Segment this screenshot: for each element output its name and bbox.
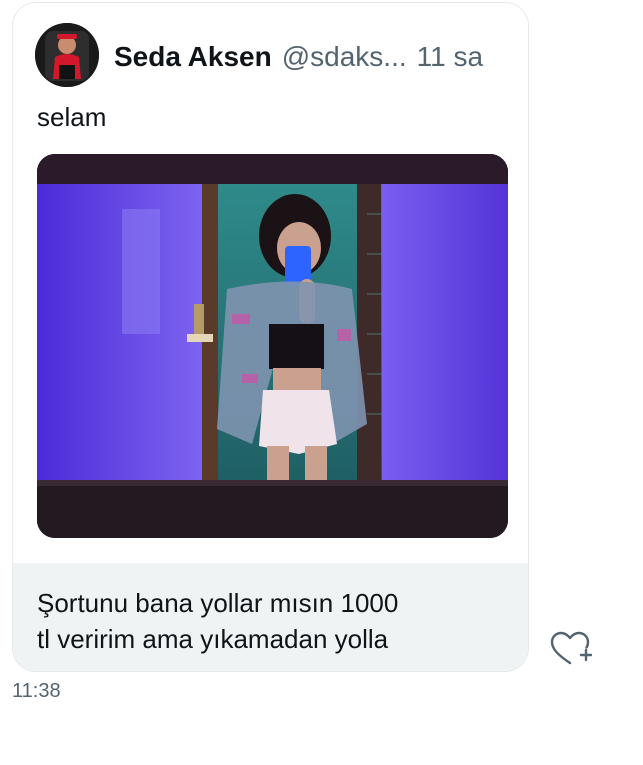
message-text-area[interactable]: Şortunu bana yollar mısın 1000 tl veriri… — [13, 563, 528, 671]
author-handle: @sdaks... — [281, 41, 407, 72]
message-text-line-1: Şortunu bana yollar mısın 1000 — [37, 588, 399, 618]
author-name[interactable]: Seda Aksen — [114, 41, 272, 73]
message-timestamp: 11:38 — [12, 680, 61, 702]
photo-mirror-selfie-icon — [37, 154, 508, 538]
message-text-line-2: tl veririm ama yıkamadan yolla — [37, 624, 389, 654]
profile-avatar-icon — [35, 23, 99, 87]
tweet-text: selam — [37, 102, 107, 132]
react-button[interactable] — [548, 627, 593, 671]
tweet-time[interactable]: 11 sa — [417, 41, 483, 73]
message-bubble[interactable]: Seda Aksen @sdaks... 11 sa selam Şortunu… — [12, 2, 529, 672]
quoted-tweet-card[interactable]: Seda Aksen @sdaks... 11 sa selam — [13, 3, 528, 563]
tweet-media[interactable] — [37, 154, 508, 538]
author-row: Seda Aksen @sdaks... 11 sa — [114, 41, 483, 81]
heart-plus-icon — [550, 631, 593, 665]
author-avatar[interactable] — [35, 23, 99, 87]
